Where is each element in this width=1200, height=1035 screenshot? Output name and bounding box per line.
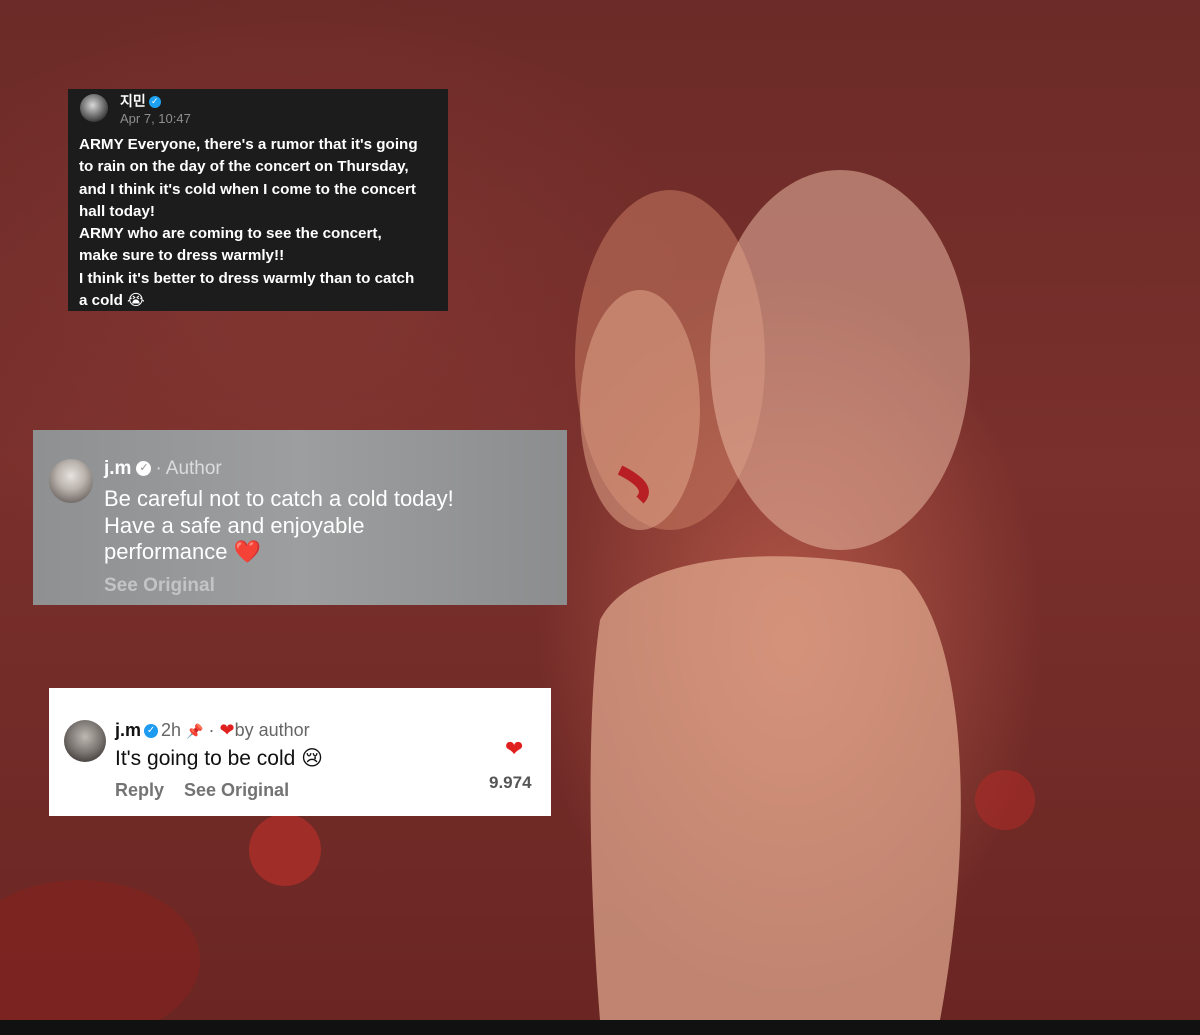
- post-author-name: 지민: [120, 94, 146, 110]
- comment-actions: Reply See Original: [115, 780, 309, 801]
- heart-emoji: ❤️: [233, 539, 262, 564]
- author-comment-card: j.m ✓ · Author Be careful not to catch a co…: [33, 430, 567, 605]
- verified-icon: ✓: [136, 461, 152, 477]
- weverse-post-card: 지민 ✓ Apr 7, 10:47 ARMY Everyone, there's …: [68, 89, 448, 311]
- verified-icon: ✓: [144, 724, 159, 739]
- reply-button[interactable]: Reply: [115, 780, 164, 800]
- comment-time: 2h: [161, 720, 182, 740]
- post-author[interactable]: 지민 ✓: [120, 91, 161, 111]
- avatar[interactable]: [64, 720, 106, 762]
- reply-comment-card: j.m ✓ 2h 📌 · ❤by author It's going to be c…: [49, 688, 551, 816]
- author-comment-header: j.m ✓ · Author: [104, 458, 222, 480]
- reply-comment-text: It's going to be cold 😢: [115, 747, 324, 770]
- like-heart-icon[interactable]: ❤: [505, 738, 523, 760]
- reply-comment-header: j.m ✓ 2h 📌 · ❤by author: [115, 720, 310, 741]
- post-text: ARMY Everyone, there's a rumor that it's…: [79, 136, 418, 310]
- like-count: 9.974: [489, 773, 532, 792]
- reply-username[interactable]: j.m: [115, 720, 141, 740]
- separator: ·: [208, 720, 215, 740]
- author-label: Author: [165, 458, 222, 479]
- liked-by-author-label: by author: [234, 720, 310, 740]
- verified-icon: ✓: [148, 96, 161, 108]
- post-date: Apr 7, 10:47: [120, 111, 191, 126]
- see-original-link[interactable]: See Original: [104, 575, 215, 597]
- see-original-link[interactable]: See Original: [184, 780, 289, 800]
- author-username[interactable]: j.m: [104, 458, 131, 479]
- author-comment-text: Be careful not to catch a cold today! Ha…: [104, 486, 454, 564]
- avatar[interactable]: [80, 94, 108, 122]
- author-comment-body: Be careful not to catch a cold today! Ha…: [104, 486, 504, 566]
- pin-icon: 📌: [186, 723, 204, 739]
- heart-icon: ❤: [219, 720, 235, 740]
- bottom-bar: [0, 1020, 1200, 1035]
- avatar[interactable]: [49, 459, 93, 503]
- separator: ·: [155, 458, 162, 479]
